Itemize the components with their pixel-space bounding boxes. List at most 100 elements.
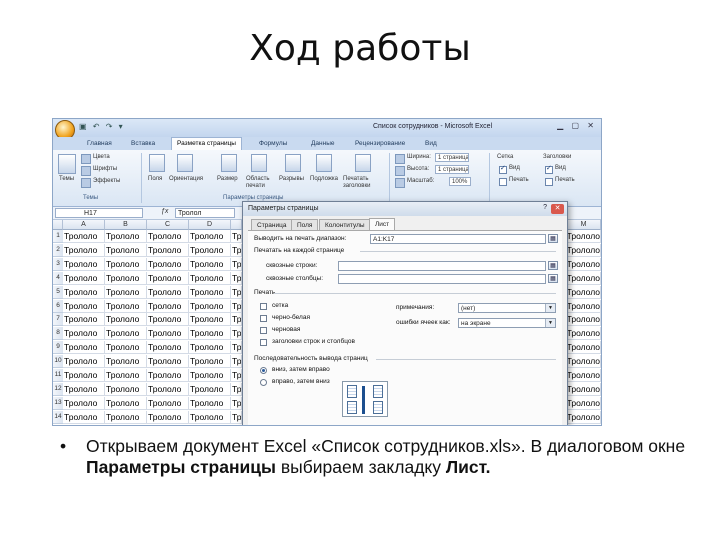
table-cell[interactable]: Трололо xyxy=(189,313,231,327)
table-cell[interactable]: Трололо xyxy=(189,271,231,285)
table-cell[interactable]: Трололо xyxy=(105,341,147,355)
table-cell[interactable]: Трололо xyxy=(63,257,105,271)
table-cell[interactable]: Трололо xyxy=(189,369,231,382)
table-cell[interactable]: Трололо xyxy=(231,341,242,355)
column-header[interactable]: D xyxy=(189,220,231,230)
table-cell[interactable]: Трололо xyxy=(63,299,105,313)
help-icon[interactable]: ? xyxy=(543,204,547,211)
table-cell[interactable]: Трололо xyxy=(147,410,189,424)
colors-label[interactable]: Цвета xyxy=(93,154,110,160)
range-picker-icon[interactable]: ▦ xyxy=(548,261,558,270)
over-then-down-radio[interactable] xyxy=(260,379,267,386)
table-cell[interactable]: Трололо xyxy=(147,271,189,285)
row-header[interactable]: 11 xyxy=(53,369,63,382)
orientation-icon[interactable] xyxy=(177,154,193,172)
orientation-label[interactable]: Ориентация xyxy=(169,176,203,182)
table-cell[interactable]: Трололо xyxy=(147,285,189,299)
table-cell[interactable]: Трололо xyxy=(567,355,601,369)
window-controls[interactable]: ▁ ▢ ✕ xyxy=(557,121,597,130)
table-cell[interactable]: Трололо xyxy=(567,271,601,285)
size-icon[interactable] xyxy=(221,154,237,172)
table-cell[interactable]: Трололо xyxy=(147,341,189,355)
table-cell[interactable]: Трололо xyxy=(231,327,242,341)
table-cell[interactable]: Трололо xyxy=(231,355,242,369)
height-select[interactable]: 1 страница xyxy=(435,165,469,174)
print-titles-label[interactable]: Печатать заголовки xyxy=(343,176,385,190)
table-cell[interactable]: Трололо xyxy=(567,369,601,382)
table-cell[interactable]: Трололо xyxy=(63,313,105,327)
column-header[interactable]: B xyxy=(105,220,147,230)
row-header[interactable]: 10 xyxy=(53,355,63,369)
fonts-icon[interactable] xyxy=(81,166,91,176)
table-cell[interactable]: Трололо xyxy=(231,271,242,285)
tab-data[interactable]: Данные xyxy=(311,138,334,150)
table-cell[interactable]: Трололо xyxy=(147,243,189,257)
close-button[interactable]: ✕ xyxy=(551,204,564,214)
black-white-checkbox[interactable] xyxy=(260,315,267,322)
background-label[interactable]: Подложка xyxy=(310,176,338,182)
column-header[interactable]: A xyxy=(63,220,105,230)
row-header[interactable]: 5 xyxy=(53,285,63,299)
quick-access-toolbar[interactable]: ▣ ↶ ↷ ▾ xyxy=(79,122,125,131)
table-cell[interactable]: Трололо xyxy=(147,299,189,313)
table-cell[interactable]: Трололо xyxy=(567,257,601,271)
table-cell[interactable]: Трололо xyxy=(105,230,147,243)
table-cell[interactable]: Трололо xyxy=(189,243,231,257)
size-label[interactable]: Размер xyxy=(217,176,238,182)
effects-label[interactable]: Эффекты xyxy=(93,178,120,184)
row-header[interactable]: 6 xyxy=(53,299,63,313)
cell-errors-select[interactable]: на экране ▼ xyxy=(458,318,556,328)
table-cell[interactable]: Трололо xyxy=(189,257,231,271)
row-header[interactable]: 14 xyxy=(53,410,63,424)
tab-insert[interactable]: Вставка xyxy=(131,138,155,150)
margins-label[interactable]: Поля xyxy=(148,176,162,182)
row-header[interactable]: 9 xyxy=(53,341,63,355)
table-cell[interactable]: Трололо xyxy=(567,285,601,299)
table-cell[interactable]: Трололо xyxy=(231,369,242,382)
column-header[interactable]: C xyxy=(147,220,189,230)
table-cell[interactable]: Трололо xyxy=(63,243,105,257)
margins-icon[interactable] xyxy=(149,154,165,172)
tab-view[interactable]: Вид xyxy=(425,138,437,150)
table-cell[interactable]: Трололо xyxy=(189,299,231,313)
tab-formulas[interactable]: Формулы xyxy=(259,138,287,150)
print-titles-icon[interactable] xyxy=(355,154,371,172)
table-cell[interactable]: Трололо xyxy=(567,327,601,341)
table-cell[interactable]: Трололо xyxy=(105,369,147,382)
table-cell[interactable]: Трололо xyxy=(147,327,189,341)
table-cell[interactable]: Трололо xyxy=(105,243,147,257)
comments-select[interactable]: (нет) ▼ xyxy=(458,303,556,313)
headings-print-checkbox[interactable] xyxy=(545,178,553,186)
table-cell[interactable]: Трололо xyxy=(63,355,105,369)
table-cell[interactable]: Трололо xyxy=(147,257,189,271)
gridlines-checkbox[interactable] xyxy=(260,303,267,310)
row-header[interactable]: 2 xyxy=(53,243,63,257)
table-cell[interactable]: Трололо xyxy=(189,355,231,369)
table-cell[interactable]: Трололо xyxy=(231,382,242,396)
gridlines-print-checkbox[interactable] xyxy=(499,178,507,186)
table-cell[interactable]: Трололо xyxy=(189,396,231,410)
row-col-headings-checkbox[interactable] xyxy=(260,339,267,346)
table-cell[interactable]: Трололо xyxy=(105,355,147,369)
table-cell[interactable]: Трололо xyxy=(189,285,231,299)
breaks-label[interactable]: Разрывы xyxy=(279,176,304,182)
table-cell[interactable]: Трололо xyxy=(231,257,242,271)
table-cell[interactable]: Трололо xyxy=(147,230,189,243)
table-cell[interactable]: Трололо xyxy=(231,313,242,327)
table-cell[interactable]: Трололо xyxy=(567,341,601,355)
down-then-over-radio[interactable] xyxy=(260,367,267,374)
draft-quality-checkbox[interactable] xyxy=(260,327,267,334)
select-all-corner[interactable] xyxy=(53,220,63,230)
scale-input[interactable]: 100% xyxy=(449,177,471,186)
column-header[interactable]: M xyxy=(567,220,601,230)
table-cell[interactable]: Трололо xyxy=(567,230,601,243)
table-cell[interactable]: Трололо xyxy=(63,382,105,396)
table-cell[interactable]: Трололо xyxy=(567,299,601,313)
table-cell[interactable]: Трололо xyxy=(567,382,601,396)
range-picker-icon[interactable]: ▦ xyxy=(548,274,558,283)
row-header[interactable]: 1 xyxy=(53,230,63,243)
table-cell[interactable]: Трололо xyxy=(63,285,105,299)
table-cell[interactable]: Трололо xyxy=(189,230,231,243)
table-cell[interactable]: Трололо xyxy=(147,382,189,396)
colors-icon[interactable] xyxy=(81,154,91,164)
